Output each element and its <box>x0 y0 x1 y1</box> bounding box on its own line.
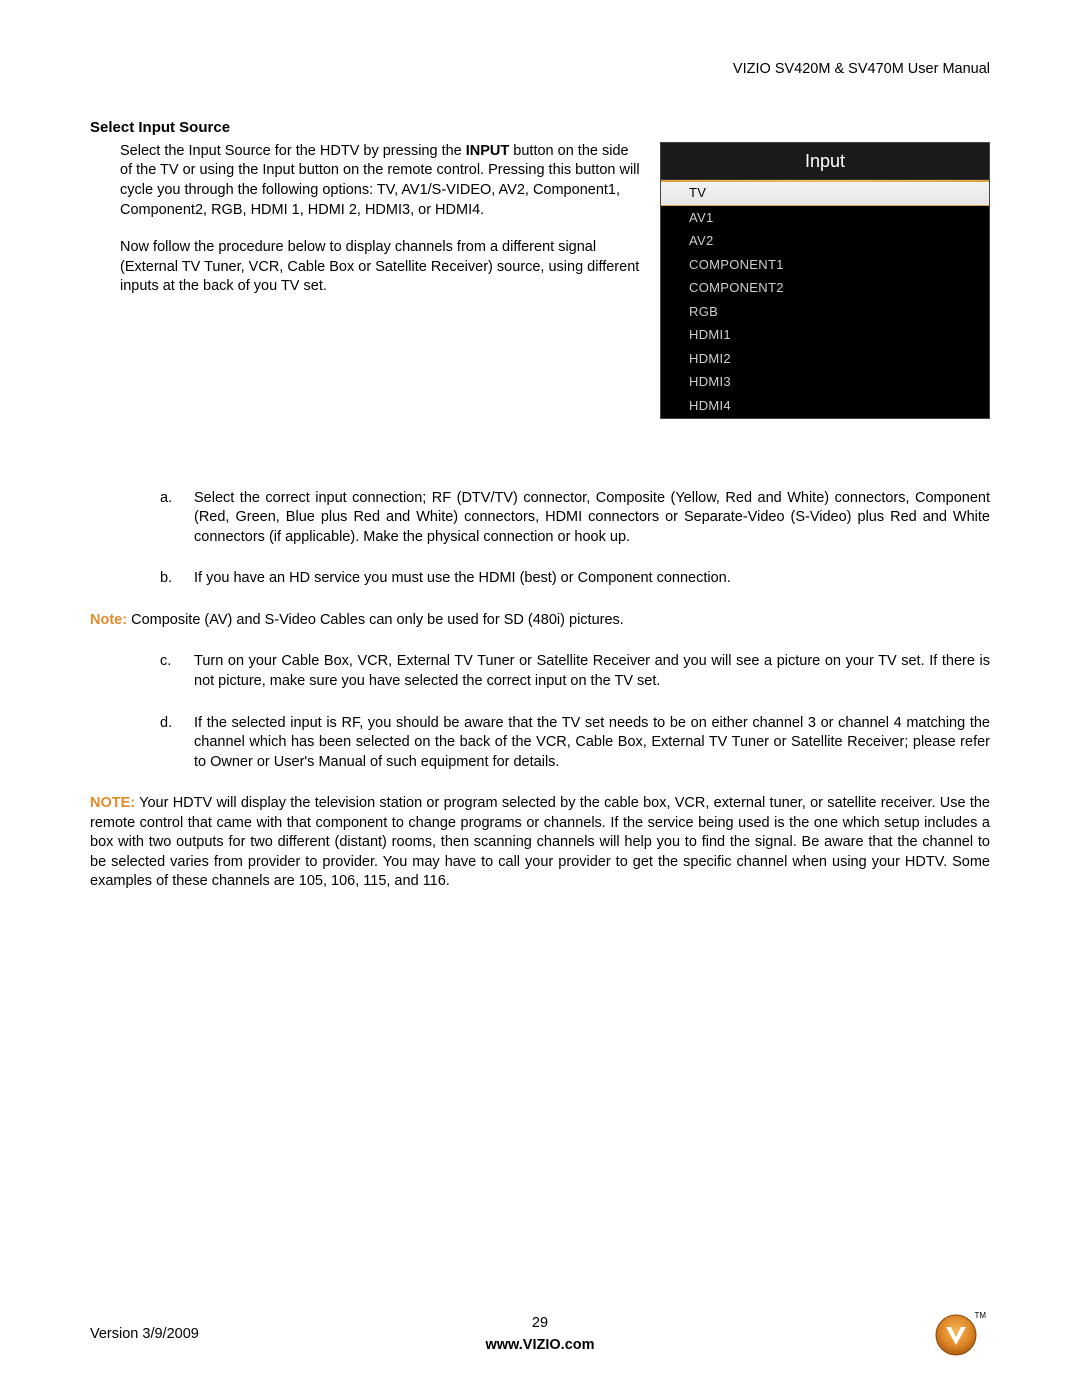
input-option-tv[interactable]: TV <box>661 180 989 206</box>
step-d: d. If the selected input is RF, you shou… <box>160 714 990 773</box>
input-option-av1[interactable]: AV1 <box>661 206 989 230</box>
input-option-hdmi2[interactable]: HDMI2 <box>661 347 989 371</box>
input-option-av2[interactable]: AV2 <box>661 229 989 253</box>
input-source-panel: Input TV AV1 AV2 COMPONENT1 COMPONENT2 R… <box>660 142 990 419</box>
intro-block: Select the Input Source for the HDTV by … <box>90 142 990 419</box>
step-c: c. Turn on your Cable Box, VCR, External… <box>160 652 990 691</box>
page-footer: Version 3/9/2009 29 www.VIZIO.com TM <box>90 1313 990 1357</box>
step-b: b. If you have an HD service you must us… <box>160 569 990 589</box>
note-2-text: Your HDTV will display the television st… <box>90 795 990 889</box>
footer-page-number: 29 <box>390 1314 690 1334</box>
steps-ab: a. Select the correct input connection; … <box>90 489 990 589</box>
step-d-text: If the selected input is RF, you should … <box>194 714 990 773</box>
intro-text: Select the Input Source for the HDTV by … <box>90 142 640 419</box>
steps-cd: c. Turn on your Cable Box, VCR, External… <box>90 652 990 772</box>
footer-center: 29 www.VIZIO.com <box>390 1314 690 1355</box>
note-2-label: NOTE: <box>90 795 135 811</box>
input-option-hdmi3[interactable]: HDMI3 <box>661 370 989 394</box>
step-a-text: Select the correct input connection; RF … <box>194 489 990 548</box>
note-2: NOTE: Your HDTV will display the televis… <box>90 794 990 892</box>
step-b-label: b. <box>160 569 180 589</box>
intro-para-1: Select the Input Source for the HDTV by … <box>120 142 640 220</box>
vizio-logo-icon <box>934 1313 978 1357</box>
input-option-hdmi4[interactable]: HDMI4 <box>661 394 989 418</box>
intro-para1-a: Select the Input Source for the HDTV by … <box>120 143 466 159</box>
footer-version: Version 3/9/2009 <box>90 1325 390 1345</box>
footer-logo-wrap: TM <box>690 1313 990 1357</box>
note-1-label: Note: <box>90 612 127 628</box>
step-a: a. Select the correct input connection; … <box>160 489 990 548</box>
input-option-hdmi1[interactable]: HDMI1 <box>661 323 989 347</box>
note-1-text: Composite (AV) and S-Video Cables can on… <box>127 612 624 628</box>
trademark-label: TM <box>974 1311 986 1320</box>
footer-url: www.VIZIO.com <box>485 1337 594 1353</box>
step-b-text: If you have an HD service you must use t… <box>194 569 731 589</box>
step-c-text: Turn on your Cable Box, VCR, External TV… <box>194 652 990 691</box>
step-a-label: a. <box>160 489 180 548</box>
header-product-title: VIZIO SV420M & SV470M User Manual <box>90 60 990 80</box>
intro-para1-bold: INPUT <box>466 143 510 159</box>
intro-para-2: Now follow the procedure below to displa… <box>120 238 640 297</box>
input-option-component2[interactable]: COMPONENT2 <box>661 276 989 300</box>
input-option-rgb[interactable]: RGB <box>661 300 989 324</box>
input-option-component1[interactable]: COMPONENT1 <box>661 253 989 277</box>
step-c-label: c. <box>160 652 180 691</box>
step-d-label: d. <box>160 714 180 773</box>
input-panel-title: Input <box>661 143 989 180</box>
section-title: Select Input Source <box>90 118 990 138</box>
note-1: Note: Composite (AV) and S-Video Cables … <box>90 611 990 631</box>
